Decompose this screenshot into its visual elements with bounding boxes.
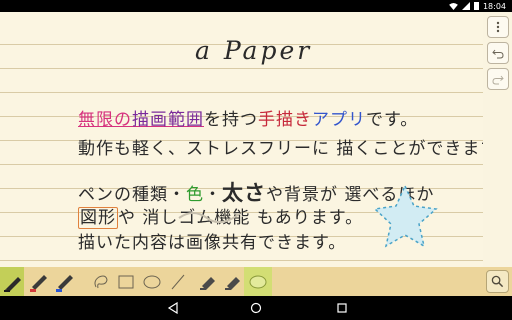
status-time: 18:04 bbox=[482, 1, 506, 11]
text-segment: 手描き bbox=[258, 110, 312, 130]
pen-black-icon bbox=[4, 277, 21, 292]
battery-icon bbox=[473, 2, 479, 10]
star-drawing bbox=[373, 184, 438, 248]
signal-icon bbox=[461, 2, 470, 10]
text-segment: もあります。 bbox=[250, 208, 364, 228]
text-line-2: 動作も軽く、ストレスフリーに 描くことができます! bbox=[78, 139, 483, 159]
marker-icon bbox=[200, 277, 215, 290]
pen-blue-button[interactable] bbox=[53, 270, 77, 294]
home-button[interactable] bbox=[248, 300, 264, 316]
text-segment: 無限の bbox=[78, 110, 132, 130]
undo-icon bbox=[492, 49, 504, 59]
drawing-canvas[interactable]: a Paper 無限の描画範囲を持つ手描きアプリです。 動作も軽く、ストレスフリ… bbox=[0, 12, 483, 267]
line-icon bbox=[171, 274, 185, 290]
text-segment: 図形 bbox=[78, 207, 118, 229]
pen-black-button[interactable] bbox=[1, 270, 25, 294]
text-segment: を持つ bbox=[204, 110, 258, 130]
page-title: a Paper bbox=[195, 36, 313, 65]
eraser-button[interactable] bbox=[221, 270, 245, 294]
ellipse-icon bbox=[143, 275, 161, 289]
search-button[interactable] bbox=[486, 270, 509, 293]
text-segment: 描画 bbox=[132, 110, 168, 130]
rectangle-icon bbox=[118, 275, 134, 289]
lasso-icon bbox=[94, 275, 108, 289]
status-bar: 18:04 bbox=[0, 0, 512, 12]
more-button[interactable] bbox=[487, 16, 509, 38]
pen-red-icon bbox=[30, 275, 47, 292]
recents-button[interactable] bbox=[334, 300, 350, 316]
ellipse-button[interactable] bbox=[140, 270, 164, 294]
eraser-stroke bbox=[178, 212, 240, 224]
rectangle-button[interactable] bbox=[114, 270, 138, 294]
fill-shape-icon bbox=[249, 275, 267, 289]
text-segment: ペンの種類・ bbox=[78, 185, 186, 205]
home-icon bbox=[250, 302, 262, 314]
pen-red-button[interactable] bbox=[27, 270, 51, 294]
lasso-button[interactable] bbox=[89, 270, 113, 294]
marker-button[interactable] bbox=[196, 270, 220, 294]
more-vert-icon bbox=[496, 21, 500, 33]
wifi-icon bbox=[449, 2, 458, 10]
redo-button[interactable] bbox=[487, 68, 509, 90]
recents-icon bbox=[337, 303, 347, 313]
redo-icon bbox=[492, 75, 504, 85]
back-button[interactable] bbox=[165, 300, 181, 316]
undo-button[interactable] bbox=[487, 42, 509, 64]
search-icon bbox=[491, 275, 504, 288]
fill-shape-button[interactable] bbox=[246, 270, 270, 294]
line-button[interactable] bbox=[166, 270, 190, 294]
back-icon bbox=[167, 302, 178, 314]
text-line-5: 描いた内容は画像共有できます。 bbox=[78, 233, 347, 253]
text-segment: 範囲 bbox=[168, 110, 204, 130]
text-segment: アプリ bbox=[312, 110, 366, 130]
text-segment: です。 bbox=[366, 110, 419, 130]
pen-blue-icon bbox=[56, 275, 73, 292]
text-line-1: 無限の描画範囲を持つ手描きアプリです。 bbox=[78, 105, 418, 130]
eraser-icon bbox=[225, 277, 240, 290]
